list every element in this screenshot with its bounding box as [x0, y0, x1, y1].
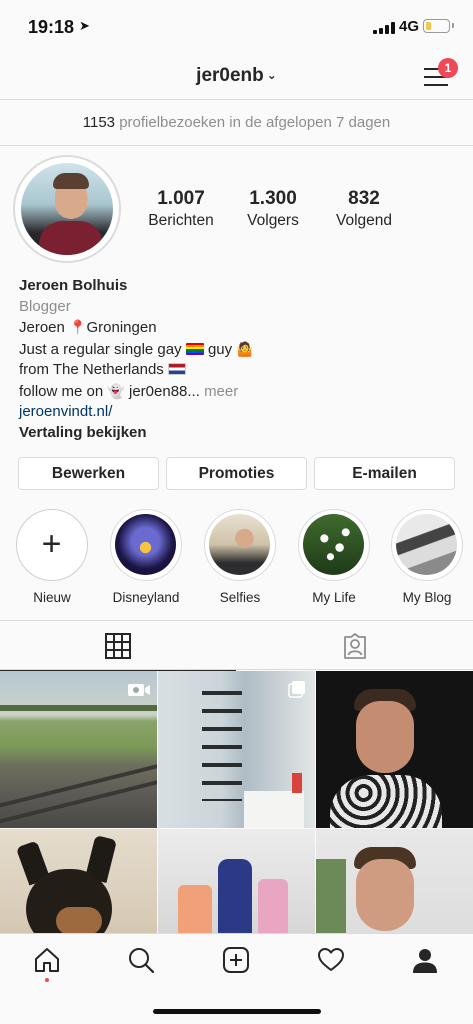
highlight-label: My Life — [312, 590, 356, 605]
more-link[interactable]: meer — [204, 383, 238, 400]
bio-line-4: follow me on 👻 jer0en88... meer — [19, 382, 239, 400]
rainbow-flag-icon — [185, 342, 204, 355]
post-thumbnail[interactable] — [158, 671, 315, 828]
tagged-person-icon — [344, 633, 366, 659]
signal-icon — [373, 22, 395, 34]
plus-icon: + — [41, 525, 62, 563]
following-count: 832 — [348, 188, 380, 209]
status-bar: 19:18 ➤ 4G — [0, 0, 473, 54]
nav-home[interactable] — [33, 946, 63, 976]
post-thumbnail[interactable] — [158, 829, 315, 933]
username-switcher[interactable]: jer0enb ⌄ — [0, 65, 473, 87]
highlight-new[interactable]: + Nieuw — [15, 509, 89, 605]
highlight-selfies[interactable]: Selfies — [203, 509, 277, 605]
translate-link[interactable]: Vertaling bekijken — [19, 423, 459, 444]
highlight-cover — [303, 514, 364, 575]
bio-line-3: from The Netherlands — [19, 360, 459, 381]
visits-text: profielbezoeken in de afgelopen 7 dagen — [119, 114, 391, 131]
following-label: Volgend — [335, 212, 393, 229]
nav-search[interactable] — [127, 946, 157, 976]
home-indicator[interactable] — [153, 1009, 321, 1014]
nav-add-post[interactable] — [222, 946, 252, 976]
profile-bio: Jeroen Bolhuis Blogger Jeroen 📍Groningen… — [19, 276, 459, 443]
tab-tagged[interactable] — [237, 621, 473, 670]
activity-dot — [45, 978, 49, 982]
highlight-label: Selfies — [219, 590, 261, 605]
highlight-my-life[interactable]: My Life — [297, 509, 371, 605]
highlight-label: Disneyland — [112, 590, 180, 605]
visits-count: 1153 — [82, 114, 116, 131]
post-thumbnail[interactable] — [0, 671, 157, 828]
stat-posts[interactable]: 1.007 Berichten — [136, 188, 226, 230]
battery-icon — [423, 19, 454, 33]
category: Blogger — [19, 297, 71, 315]
network-type: 4G — [399, 18, 420, 35]
status-time: 19:18 — [28, 17, 75, 37]
location-arrow-icon: ➤ — [79, 18, 90, 33]
search-icon — [129, 948, 155, 974]
heart-icon — [318, 948, 344, 971]
highlight-label: My Blog — [402, 590, 452, 605]
promotions-button[interactable]: Promoties — [166, 457, 307, 490]
bio-line-2: Just a regular single gay guy 🤷 — [19, 340, 254, 358]
profile-visits-banner[interactable]: 1153 profielbezoeken in de afgelopen 7 d… — [0, 100, 473, 146]
chevron-down-icon: ⌄ — [266, 68, 277, 82]
profile-icon — [413, 949, 437, 973]
full-name: Jeroen Bolhuis — [19, 277, 128, 294]
posts-count: 1.007 — [157, 188, 205, 209]
highlight-label: Nieuw — [33, 590, 71, 605]
stat-following[interactable]: 832 Volgend — [319, 188, 409, 230]
map-pin-icon: 📍 — [69, 319, 87, 335]
followers-count: 1.300 — [249, 188, 297, 209]
home-icon — [35, 948, 59, 972]
ghost-icon: 👻 — [107, 382, 125, 399]
avatar-photo — [21, 163, 113, 255]
highlight-cover — [209, 514, 270, 575]
profile-tabs — [0, 620, 473, 671]
posts-label: Berichten — [148, 212, 214, 229]
nav-activity[interactable] — [317, 946, 347, 976]
website-link[interactable]: jeroenvindt.nl/ — [19, 402, 459, 423]
post-thumbnail[interactable] — [316, 671, 473, 828]
multiple-photos-icon — [288, 681, 305, 698]
netherlands-flag-icon — [167, 363, 186, 375]
highlight-my-blog[interactable]: My Blog — [390, 509, 464, 605]
post-thumbnail[interactable] — [0, 829, 157, 933]
post-thumbnail[interactable] — [316, 829, 473, 933]
add-post-icon — [223, 947, 249, 973]
highlight-cover — [396, 514, 457, 575]
username: jer0enb — [196, 65, 264, 86]
stat-followers[interactable]: 1.300 Volgers — [228, 188, 318, 230]
video-camera-icon — [128, 684, 150, 696]
highlight-cover — [115, 514, 176, 575]
avatar[interactable] — [13, 155, 121, 263]
edit-profile-button[interactable]: Bewerken — [18, 457, 159, 490]
profile-header: jer0enb ⌄ — [0, 54, 473, 100]
shrug-icon: 🤷 — [236, 340, 254, 357]
email-button[interactable]: E-mailen — [314, 457, 455, 490]
nav-profile[interactable] — [411, 946, 441, 976]
notification-badge: 1 — [438, 58, 458, 78]
posts-grid — [0, 670, 473, 933]
grid-icon — [105, 633, 131, 659]
followers-label: Volgers — [247, 212, 299, 229]
bio-line-1: Jeroen 📍Groningen — [19, 319, 157, 336]
tab-grid[interactable] — [0, 621, 236, 671]
highlight-disneyland[interactable]: Disneyland — [109, 509, 183, 605]
